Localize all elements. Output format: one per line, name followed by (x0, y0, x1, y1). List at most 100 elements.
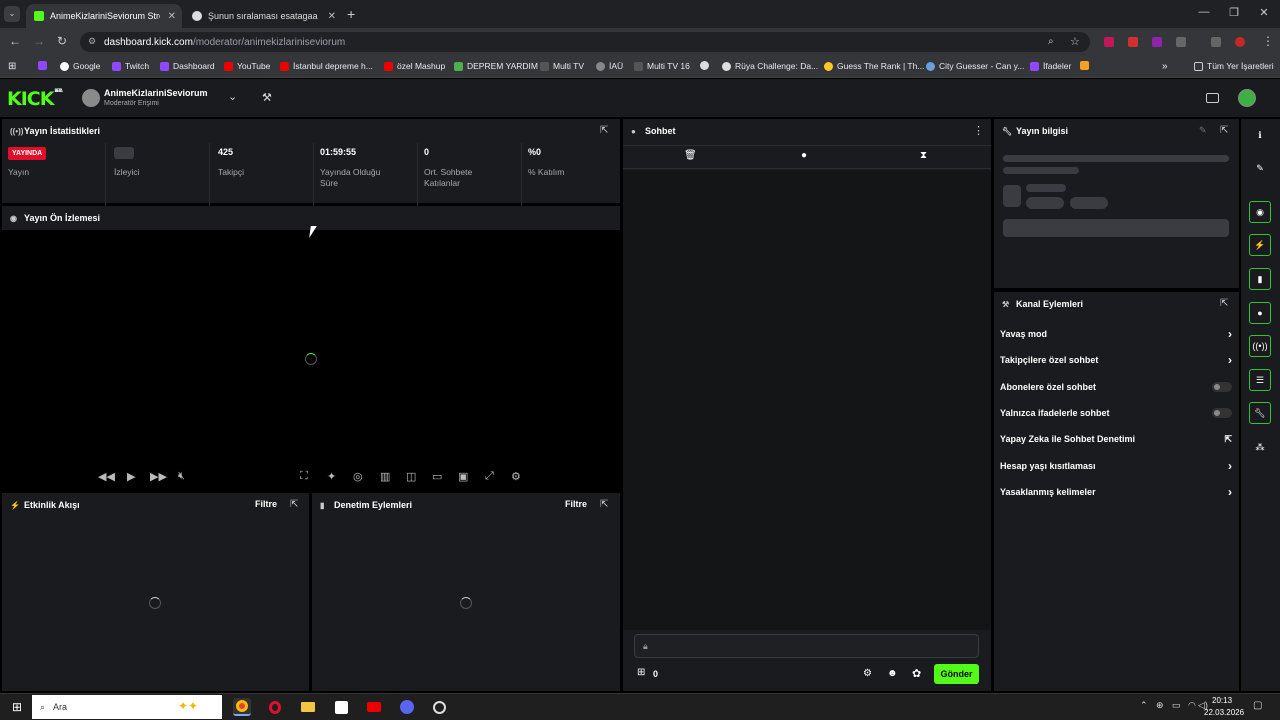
apps-icon[interactable]: ⊞ (8, 61, 16, 72)
layout-icon[interactable] (1206, 93, 1219, 103)
playlist-icon[interactable] (1211, 37, 1221, 47)
stats-icon[interactable]: ▥ (380, 470, 390, 483)
bookmark-deprem[interactable]: DEPREM YARDIM (454, 61, 538, 71)
forward-icon[interactable]: → (33, 34, 45, 48)
site-info-icon[interactable]: ⚙ (88, 36, 96, 47)
star-icon[interactable]: ☆ (1070, 35, 1080, 48)
file-explorer-icon[interactable] (299, 698, 317, 716)
extension-icon[interactable] (1104, 37, 1114, 47)
emoji-icon[interactable]: ☻ (887, 668, 898, 679)
list-icon[interactable]: ☰ (1249, 369, 1271, 391)
action-banned-words[interactable]: Yasaklanmış kelimeler › (1000, 484, 1232, 500)
badge-icon[interactable]: ✿ (912, 667, 921, 680)
bookmark-item[interactable] (700, 61, 713, 70)
action-ai-moderation[interactable]: Yapay Zeka ile Sohbet Denetimi ⇱ (1000, 431, 1232, 447)
tab-tier-list[interactable]: Şunun sıralaması esatagaa | Ya ✕ (184, 4, 342, 28)
bookmark-youtube[interactable]: YouTube (224, 61, 270, 71)
new-tab-button[interactable]: + (347, 6, 355, 22)
send-button[interactable]: Gönder (934, 664, 979, 684)
settings-icon[interactable]: ⚙ (511, 470, 521, 483)
settings-icon[interactable]: ⚙ (863, 668, 872, 679)
tray-monitor-icon[interactable]: ▭ (1172, 700, 1181, 711)
popout-icon[interactable]: ⇱ (600, 125, 608, 136)
bookmark-item[interactable] (1080, 61, 1093, 70)
pencil-icon[interactable]: ✎ (1249, 157, 1271, 179)
bookmark-ifadeler[interactable]: İfadeler (1030, 61, 1071, 71)
chrome-icon[interactable] (233, 698, 251, 716)
bookmark-multitv[interactable]: Multi TV (540, 61, 584, 71)
broadcast-icon[interactable]: ((•)) (1249, 335, 1271, 357)
action-account-age[interactable]: Hesap yaşı kısıtlaması › (1000, 458, 1232, 474)
opera-icon[interactable] (266, 698, 284, 716)
kebab-menu-icon[interactable]: ⋮ (973, 124, 984, 137)
bookmark-city-guesser[interactable]: City Guesser - Can y... (926, 61, 1024, 71)
close-icon[interactable]: ✕ (328, 11, 336, 22)
hammer-icon[interactable]: ⚒ (262, 91, 272, 104)
action-slow-mode[interactable]: Yavaş mod › (1000, 326, 1232, 342)
taskbar-search[interactable]: ⌕ Ara ✦✦ (32, 695, 222, 719)
fullscreen-icon[interactable]: ⤢ (485, 470, 494, 483)
action-followers-only[interactable]: Takipçilere özel sohbet › (1000, 352, 1232, 368)
chat-icon[interactable]: ● (1249, 302, 1271, 324)
edit-icon[interactable]: ✎ (1199, 125, 1207, 136)
theater-icon[interactable]: ▭ (432, 470, 442, 483)
wifi-icon[interactable]: ◠ (1188, 700, 1196, 711)
bookmark-mashup[interactable]: özel Mashup (384, 61, 445, 71)
bookmark-guess-rank[interactable]: Guess The Rank | Th... (824, 61, 924, 71)
pip-icon[interactable]: ▣ (458, 470, 468, 483)
bookmark-multitv16[interactable]: Multi TV 16 (634, 61, 690, 71)
kebab-menu-icon[interactable]: ⋮ (1262, 34, 1274, 48)
emotes-only-toggle[interactable] (1212, 408, 1232, 418)
app-icon[interactable] (430, 698, 448, 716)
bookmark-twitch[interactable]: Twitch (112, 61, 149, 71)
play-icon[interactable]: ▶ (127, 470, 135, 483)
all-bookmarks[interactable]: Tüm Yer İşaretleri (1194, 61, 1274, 71)
popout-icon[interactable]: ⇱ (1220, 125, 1228, 136)
chat-input[interactable]: 🔒︎ (634, 634, 979, 658)
apps-icon[interactable]: ⁂ (1249, 436, 1271, 458)
mute-icon[interactable]: 🔇︎ (178, 470, 185, 483)
filter-button[interactable]: Filtre (565, 499, 587, 509)
tab-kick-dashboard[interactable]: AnimeKizlariniSeviorum Stream ✕ (26, 4, 182, 28)
user-avatar[interactable] (1238, 89, 1256, 107)
profile-icon[interactable] (1235, 37, 1245, 47)
lightning-icon[interactable]: ⚡ (1249, 234, 1271, 256)
extension-icon[interactable] (1128, 37, 1138, 47)
minimize-button[interactable]: — (1194, 6, 1214, 18)
discord-icon[interactable] (398, 698, 416, 716)
more-bookmarks-icon[interactable]: » (1162, 61, 1168, 72)
restore-button[interactable]: ❐ (1224, 6, 1244, 19)
bookmark-item[interactable] (38, 61, 51, 70)
store-icon[interactable] (332, 698, 350, 716)
hourglass-icon[interactable]: ⧗ (920, 150, 927, 161)
bookmark-istanbul[interactable]: İstanbul depreme h... (280, 61, 373, 71)
address-bar[interactable]: ⚙ dashboard.kick.com/moderator/animekizl… (80, 32, 1090, 52)
chevron-down-icon[interactable]: ⌄ (228, 90, 237, 103)
notification-icon[interactable]: ▢ (1253, 700, 1262, 711)
reload-icon[interactable]: ↻ (57, 34, 67, 48)
windows-start-icon[interactable]: ⊞ (8, 698, 26, 716)
subscribers-only-toggle[interactable] (1212, 382, 1232, 392)
puzzle-icon[interactable] (1176, 37, 1186, 47)
speed-icon[interactable]: ◎ (353, 470, 363, 483)
rewind-icon[interactable]: ◀◀ (98, 470, 115, 483)
info-icon[interactable]: ℹ (1249, 124, 1271, 146)
back-icon[interactable]: ← (9, 34, 21, 48)
zoom-icon[interactable]: ⌕ (1048, 36, 1054, 47)
fast-forward-icon[interactable]: ▶▶ (150, 470, 167, 483)
shield-icon[interactable]: ▮ (1249, 268, 1271, 290)
clock-date[interactable]: 22.03.2026 (1204, 708, 1244, 717)
kick-logo[interactable]: KICKBETA (7, 88, 63, 110)
wrench-icon[interactable]: 🔧︎ (1249, 402, 1271, 424)
popout-icon[interactable]: ⇱ (1220, 298, 1228, 309)
popout-icon[interactable]: ⇱ (600, 499, 608, 510)
clock-time[interactable]: 20:13 (1212, 696, 1232, 705)
trash-icon[interactable]: 🗑︎ (684, 150, 697, 161)
close-icon[interactable]: ✕ (168, 11, 176, 22)
tray-chevron-up-icon[interactable]: ⌃ (1140, 700, 1148, 711)
extension-icon[interactable] (1152, 37, 1162, 47)
clip-icon[interactable]: ◫ (406, 470, 416, 483)
tab-search-button[interactable]: ⌄ (4, 6, 20, 22)
eye-icon[interactable]: ◉ (1249, 201, 1271, 223)
close-window-button[interactable]: ✕ (1254, 6, 1274, 19)
